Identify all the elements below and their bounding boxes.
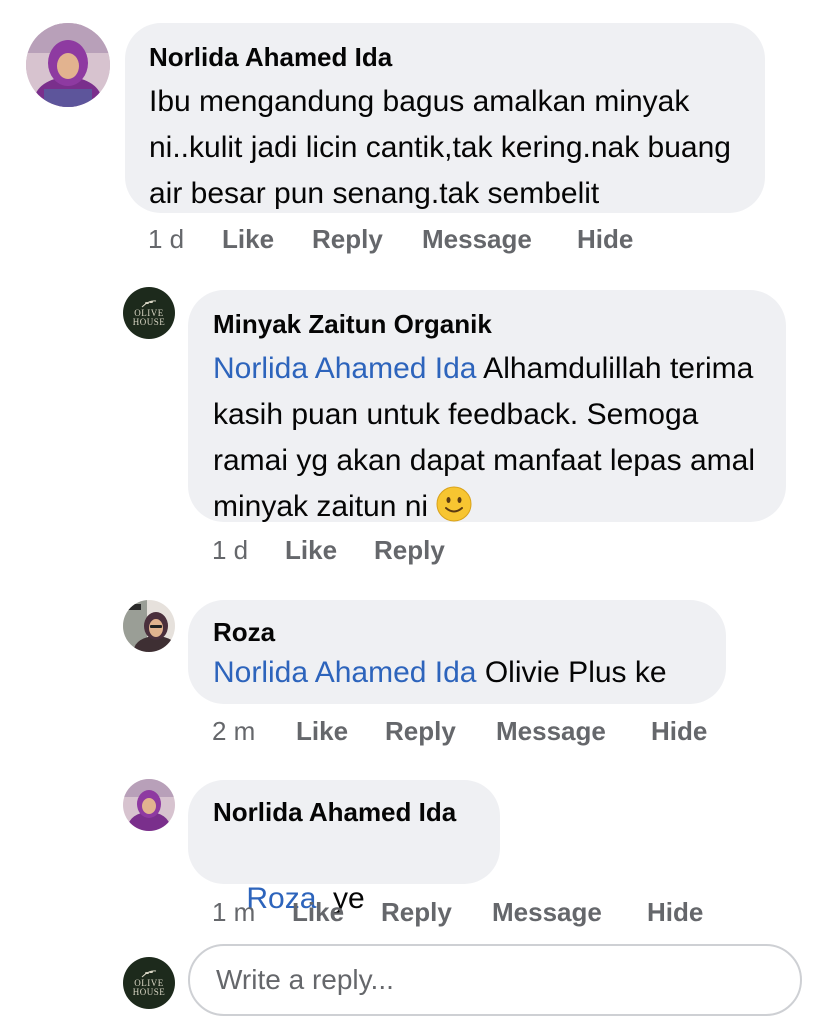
comment-bubble: Minyak Zaitun Organik Norlida Ahamed Ida… <box>188 290 786 523</box>
comment-text: Ibu mengandung bagus amalkan minyak ni..… <box>149 79 749 217</box>
person-avatar-icon <box>26 23 110 107</box>
like-button[interactable]: Like <box>296 716 385 747</box>
avatar-roza[interactable] <box>123 600 175 652</box>
message-button[interactable]: Message <box>492 897 647 928</box>
comment-text: Norlida Ahamed Ida Olivie Plus ke <box>213 650 726 696</box>
avatar-olive-house: OLIVE HOUSE <box>123 957 175 1009</box>
comment-actions: 1 d Like Reply Message Hide <box>148 224 633 255</box>
reply-button[interactable]: Reply <box>385 716 496 747</box>
comment-bubble: Norlida Ahamed Ida Roza ye <box>188 780 500 915</box>
comment-author[interactable]: Roza <box>213 616 726 648</box>
comment-timestamp[interactable]: 1 d <box>212 535 285 566</box>
comment-author[interactable]: Norlida Ahamed Ida <box>213 796 500 828</box>
avatar-olive-house[interactable]: OLIVE HOUSE <box>123 287 175 339</box>
comment-body: Ibu mengandung bagus amalkan minyak ni..… <box>149 85 731 210</box>
message-button[interactable]: Message <box>496 716 651 747</box>
reply-button[interactable]: Reply <box>381 897 492 928</box>
comment-timestamp[interactable]: 1 m <box>212 897 292 928</box>
avatar-norlida[interactable] <box>26 23 110 107</box>
like-button[interactable]: Like <box>222 224 312 255</box>
hide-button[interactable]: Hide <box>647 897 703 928</box>
slightly-smiling-emoji-icon <box>436 486 472 522</box>
comment-actions: 2 m Like Reply Message Hide <box>212 716 707 747</box>
reply-input[interactable]: Write a reply... <box>188 944 802 1016</box>
mention-link[interactable]: Norlida Ahamed Ida <box>213 352 477 385</box>
like-button[interactable]: Like <box>285 535 374 566</box>
message-button[interactable]: Message <box>422 224 577 255</box>
comment-author[interactable]: Minyak Zaitun Organik <box>213 308 786 340</box>
comment-actions: 1 d Like Reply <box>212 535 445 566</box>
comment-timestamp[interactable]: 2 m <box>212 716 296 747</box>
comment-bubble: Roza Norlida Ahamed Ida Olivie Plus ke <box>188 600 726 704</box>
person-avatar-icon <box>123 779 175 831</box>
comment-actions: 1 m Like Reply Message Hide <box>212 897 703 928</box>
logo-text-line2: HOUSE <box>132 987 166 997</box>
reply-button[interactable]: Reply <box>374 535 445 566</box>
like-button[interactable]: Like <box>292 897 381 928</box>
person-avatar-icon <box>123 600 175 652</box>
reply-input-placeholder: Write a reply... <box>216 964 394 995</box>
comment-text: Norlida Ahamed Ida Alhamdulillah terima … <box>213 346 773 530</box>
comment-author[interactable]: Norlida Ahamed Ida <box>149 41 765 73</box>
reply-button[interactable]: Reply <box>312 224 422 255</box>
hide-button[interactable]: Hide <box>577 224 633 255</box>
comment-bubble: Norlida Ahamed Ida Ibu mengandung bagus … <box>125 23 765 213</box>
avatar-norlida[interactable] <box>123 779 175 831</box>
logo-text-line2: HOUSE <box>132 317 166 327</box>
mention-link[interactable]: Norlida Ahamed Ida <box>213 656 477 689</box>
comment-body: Olivie Plus ke <box>476 656 667 689</box>
comment-timestamp[interactable]: 1 d <box>148 224 222 255</box>
hide-button[interactable]: Hide <box>651 716 707 747</box>
